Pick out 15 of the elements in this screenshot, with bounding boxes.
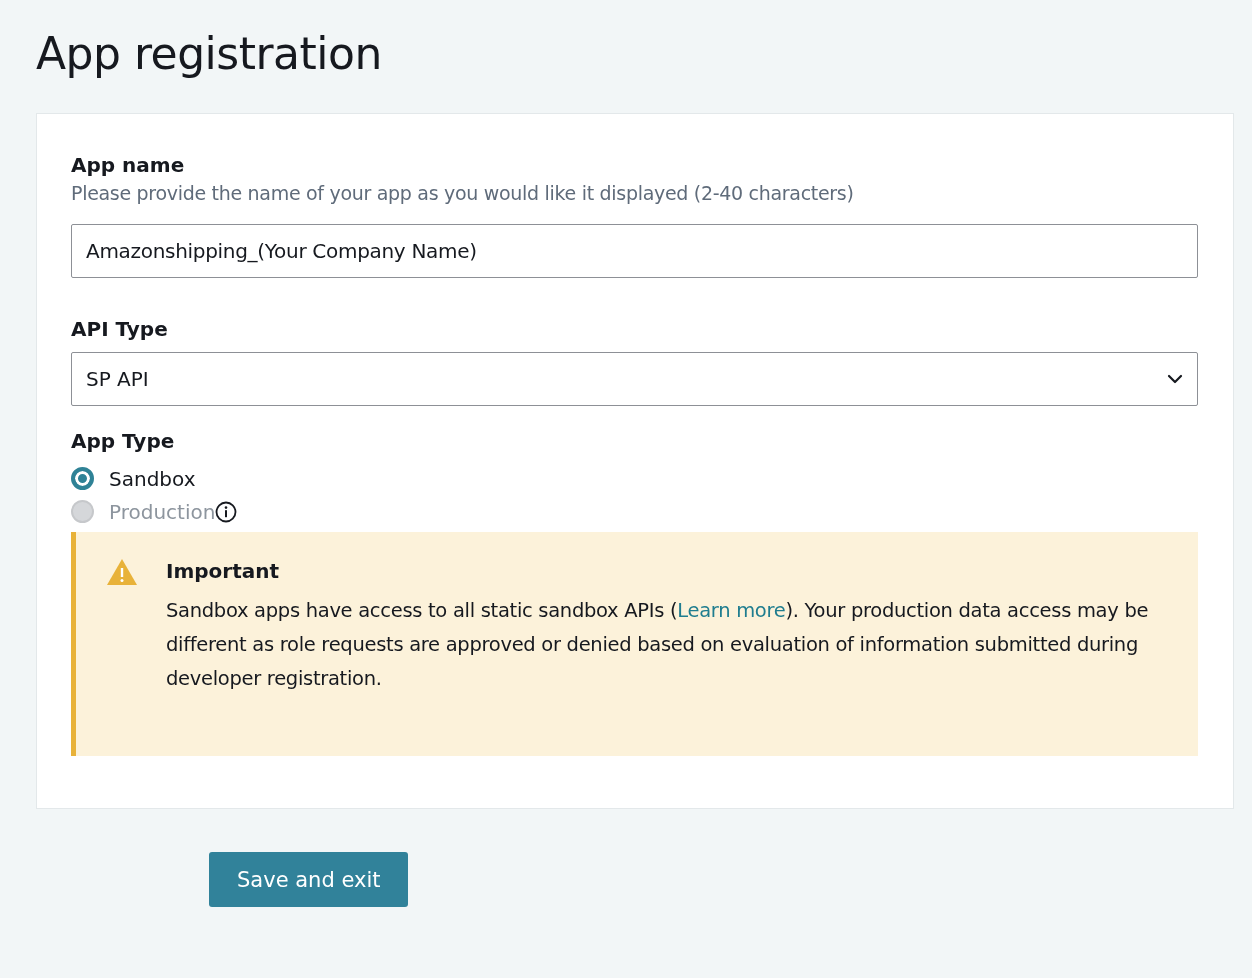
- radio-label[interactable]: Sandbox: [109, 466, 196, 491]
- warning-icon: [106, 558, 138, 586]
- alert-message: Sandbox apps have access to all static sandbox APIs (Learn more). Your production data access may be different as role requests are approved or denied based on evaluation of information submitted during developer registration.: [166, 598, 1150, 692]
- api-type-dropdown[interactable]: SP API: [71, 352, 1198, 406]
- app-name-input[interactable]: Amazonshipping_(Your Company Name): [71, 224, 1198, 278]
- alert-title: Important: [166, 558, 281, 585]
- chevron-down-icon: [1167, 374, 1183, 384]
- radio-button[interactable]: [71, 467, 94, 490]
- learn-more-link[interactable]: Learn more: [677, 599, 786, 622]
- field-label: App Type: [71, 428, 176, 454]
- page-title: App registration: [36, 27, 383, 81]
- field-hint: Please provide the name of your app as you would like it displayed (2-40 characters): [71, 181, 855, 206]
- save-and-exit-button[interactable]: Save and exit: [209, 852, 409, 907]
- field-label: API Type: [71, 316, 169, 342]
- field-label: App name: [71, 152, 186, 178]
